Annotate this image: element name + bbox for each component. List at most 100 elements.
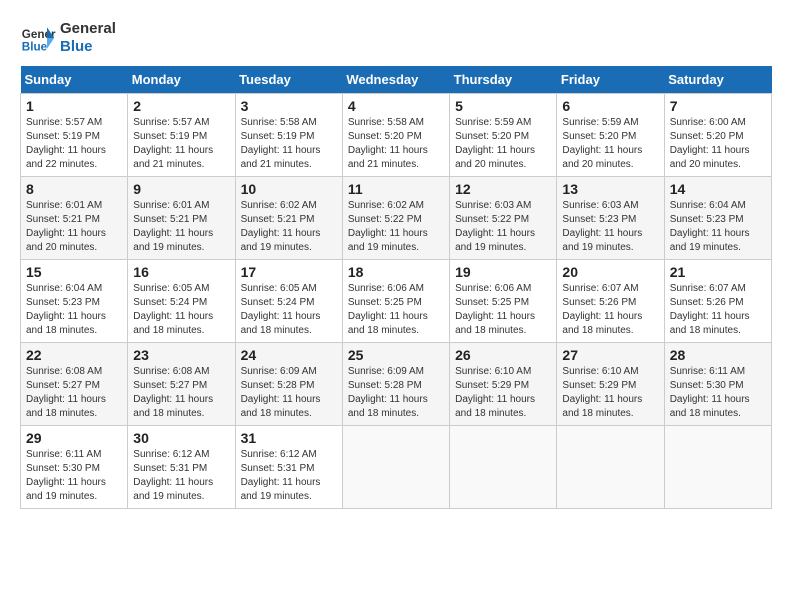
- weekday-header-monday: Monday: [128, 66, 235, 94]
- day-info: Sunrise: 6:02 AM Sunset: 5:21 PM Dayligh…: [241, 199, 337, 255]
- daylight-minutes: and 18 minutes.: [26, 408, 97, 419]
- week-row-2: 8 Sunrise: 6:01 AM Sunset: 5:21 PM Dayli…: [21, 177, 772, 260]
- calendar-cell: 21 Sunrise: 6:07 AM Sunset: 5:26 PM Dayl…: [664, 260, 771, 343]
- sunrise-label: Sunrise: 6:05 AM: [133, 283, 209, 294]
- daylight-label: Daylight: 11 hours: [670, 311, 750, 322]
- daylight-label: Daylight: 11 hours: [241, 394, 321, 405]
- day-number: 6: [562, 98, 658, 114]
- day-info: Sunrise: 6:10 AM Sunset: 5:29 PM Dayligh…: [562, 365, 658, 421]
- day-number: 3: [241, 98, 337, 114]
- daylight-minutes: and 18 minutes.: [348, 408, 419, 419]
- day-info: Sunrise: 6:01 AM Sunset: 5:21 PM Dayligh…: [133, 199, 229, 255]
- calendar-cell: 17 Sunrise: 6:05 AM Sunset: 5:24 PM Dayl…: [235, 260, 342, 343]
- daylight-label: Daylight: 11 hours: [241, 311, 321, 322]
- sunrise-label: Sunrise: 6:11 AM: [26, 449, 101, 460]
- day-info: Sunrise: 6:09 AM Sunset: 5:28 PM Dayligh…: [241, 365, 337, 421]
- sunset-label: Sunset: 5:21 PM: [26, 214, 100, 225]
- day-number: 19: [455, 264, 551, 280]
- weekday-header-tuesday: Tuesday: [235, 66, 342, 94]
- day-number: 25: [348, 347, 444, 363]
- day-info: Sunrise: 6:11 AM Sunset: 5:30 PM Dayligh…: [670, 365, 766, 421]
- calendar-cell: 9 Sunrise: 6:01 AM Sunset: 5:21 PM Dayli…: [128, 177, 235, 260]
- daylight-minutes: and 18 minutes.: [133, 325, 204, 336]
- daylight-minutes: and 19 minutes.: [26, 491, 97, 502]
- sunset-label: Sunset: 5:19 PM: [241, 131, 315, 142]
- sunrise-label: Sunrise: 6:03 AM: [562, 200, 638, 211]
- calendar-cell: 5 Sunrise: 5:59 AM Sunset: 5:20 PM Dayli…: [450, 94, 557, 177]
- calendar-cell: 29 Sunrise: 6:11 AM Sunset: 5:30 PM Dayl…: [21, 426, 128, 509]
- sunrise-label: Sunrise: 5:59 AM: [455, 117, 531, 128]
- day-number: 14: [670, 181, 766, 197]
- day-info: Sunrise: 6:05 AM Sunset: 5:24 PM Dayligh…: [241, 282, 337, 338]
- sunrise-label: Sunrise: 6:12 AM: [241, 449, 317, 460]
- calendar-cell: 6 Sunrise: 5:59 AM Sunset: 5:20 PM Dayli…: [557, 94, 664, 177]
- daylight-label: Daylight: 11 hours: [562, 145, 642, 156]
- daylight-minutes: and 20 minutes.: [562, 159, 633, 170]
- calendar-cell: 28 Sunrise: 6:11 AM Sunset: 5:30 PM Dayl…: [664, 343, 771, 426]
- daylight-label: Daylight: 11 hours: [670, 145, 750, 156]
- calendar-cell: 15 Sunrise: 6:04 AM Sunset: 5:23 PM Dayl…: [21, 260, 128, 343]
- daylight-label: Daylight: 11 hours: [26, 228, 106, 239]
- sunset-label: Sunset: 5:26 PM: [670, 297, 744, 308]
- daylight-minutes: and 19 minutes.: [241, 242, 312, 253]
- calendar-cell: 7 Sunrise: 6:00 AM Sunset: 5:20 PM Dayli…: [664, 94, 771, 177]
- calendar-cell: [342, 426, 449, 509]
- day-info: Sunrise: 6:03 AM Sunset: 5:23 PM Dayligh…: [562, 199, 658, 255]
- sunrise-label: Sunrise: 6:12 AM: [133, 449, 209, 460]
- calendar-cell: 8 Sunrise: 6:01 AM Sunset: 5:21 PM Dayli…: [21, 177, 128, 260]
- day-number: 15: [26, 264, 122, 280]
- day-number: 11: [348, 181, 444, 197]
- calendar-cell: 18 Sunrise: 6:06 AM Sunset: 5:25 PM Dayl…: [342, 260, 449, 343]
- week-row-3: 15 Sunrise: 6:04 AM Sunset: 5:23 PM Dayl…: [21, 260, 772, 343]
- day-number: 21: [670, 264, 766, 280]
- day-number: 10: [241, 181, 337, 197]
- sunset-label: Sunset: 5:20 PM: [562, 131, 636, 142]
- sunset-label: Sunset: 5:20 PM: [670, 131, 744, 142]
- sunset-label: Sunset: 5:28 PM: [241, 380, 315, 391]
- weekday-header-wednesday: Wednesday: [342, 66, 449, 94]
- calendar-cell: 26 Sunrise: 6:10 AM Sunset: 5:29 PM Dayl…: [450, 343, 557, 426]
- day-number: 12: [455, 181, 551, 197]
- day-info: Sunrise: 5:59 AM Sunset: 5:20 PM Dayligh…: [455, 116, 551, 172]
- sunrise-label: Sunrise: 5:58 AM: [348, 117, 424, 128]
- daylight-label: Daylight: 11 hours: [241, 145, 321, 156]
- sunset-label: Sunset: 5:22 PM: [455, 214, 529, 225]
- daylight-label: Daylight: 11 hours: [133, 145, 213, 156]
- calendar-cell: 30 Sunrise: 6:12 AM Sunset: 5:31 PM Dayl…: [128, 426, 235, 509]
- sunset-label: Sunset: 5:20 PM: [348, 131, 422, 142]
- day-info: Sunrise: 5:57 AM Sunset: 5:19 PM Dayligh…: [133, 116, 229, 172]
- weekday-header-friday: Friday: [557, 66, 664, 94]
- daylight-label: Daylight: 11 hours: [455, 311, 535, 322]
- sunrise-label: Sunrise: 6:06 AM: [348, 283, 424, 294]
- day-info: Sunrise: 6:01 AM Sunset: 5:21 PM Dayligh…: [26, 199, 122, 255]
- sunrise-label: Sunrise: 6:08 AM: [133, 366, 209, 377]
- logo-blue: Blue: [60, 38, 116, 56]
- logo: General Blue General Blue: [20, 20, 116, 56]
- sunrise-label: Sunrise: 6:04 AM: [26, 283, 102, 294]
- daylight-label: Daylight: 11 hours: [133, 477, 213, 488]
- day-number: 17: [241, 264, 337, 280]
- calendar-cell: 4 Sunrise: 5:58 AM Sunset: 5:20 PM Dayli…: [342, 94, 449, 177]
- sunset-label: Sunset: 5:21 PM: [133, 214, 207, 225]
- day-number: 27: [562, 347, 658, 363]
- daylight-minutes: and 19 minutes.: [562, 242, 633, 253]
- sunrise-label: Sunrise: 5:57 AM: [133, 117, 209, 128]
- day-number: 28: [670, 347, 766, 363]
- daylight-minutes: and 19 minutes.: [133, 491, 204, 502]
- sunset-label: Sunset: 5:31 PM: [133, 463, 207, 474]
- daylight-minutes: and 20 minutes.: [670, 159, 741, 170]
- sunrise-label: Sunrise: 6:06 AM: [455, 283, 531, 294]
- calendar-cell: [557, 426, 664, 509]
- sunrise-label: Sunrise: 6:00 AM: [670, 117, 746, 128]
- weekday-header-saturday: Saturday: [664, 66, 771, 94]
- daylight-label: Daylight: 11 hours: [562, 311, 642, 322]
- sunset-label: Sunset: 5:29 PM: [455, 380, 529, 391]
- sunset-label: Sunset: 5:22 PM: [348, 214, 422, 225]
- calendar-cell: 24 Sunrise: 6:09 AM Sunset: 5:28 PM Dayl…: [235, 343, 342, 426]
- sunrise-label: Sunrise: 6:02 AM: [348, 200, 424, 211]
- day-number: 13: [562, 181, 658, 197]
- daylight-label: Daylight: 11 hours: [348, 311, 428, 322]
- sunrise-label: Sunrise: 6:03 AM: [455, 200, 531, 211]
- sunset-label: Sunset: 5:25 PM: [348, 297, 422, 308]
- day-number: 18: [348, 264, 444, 280]
